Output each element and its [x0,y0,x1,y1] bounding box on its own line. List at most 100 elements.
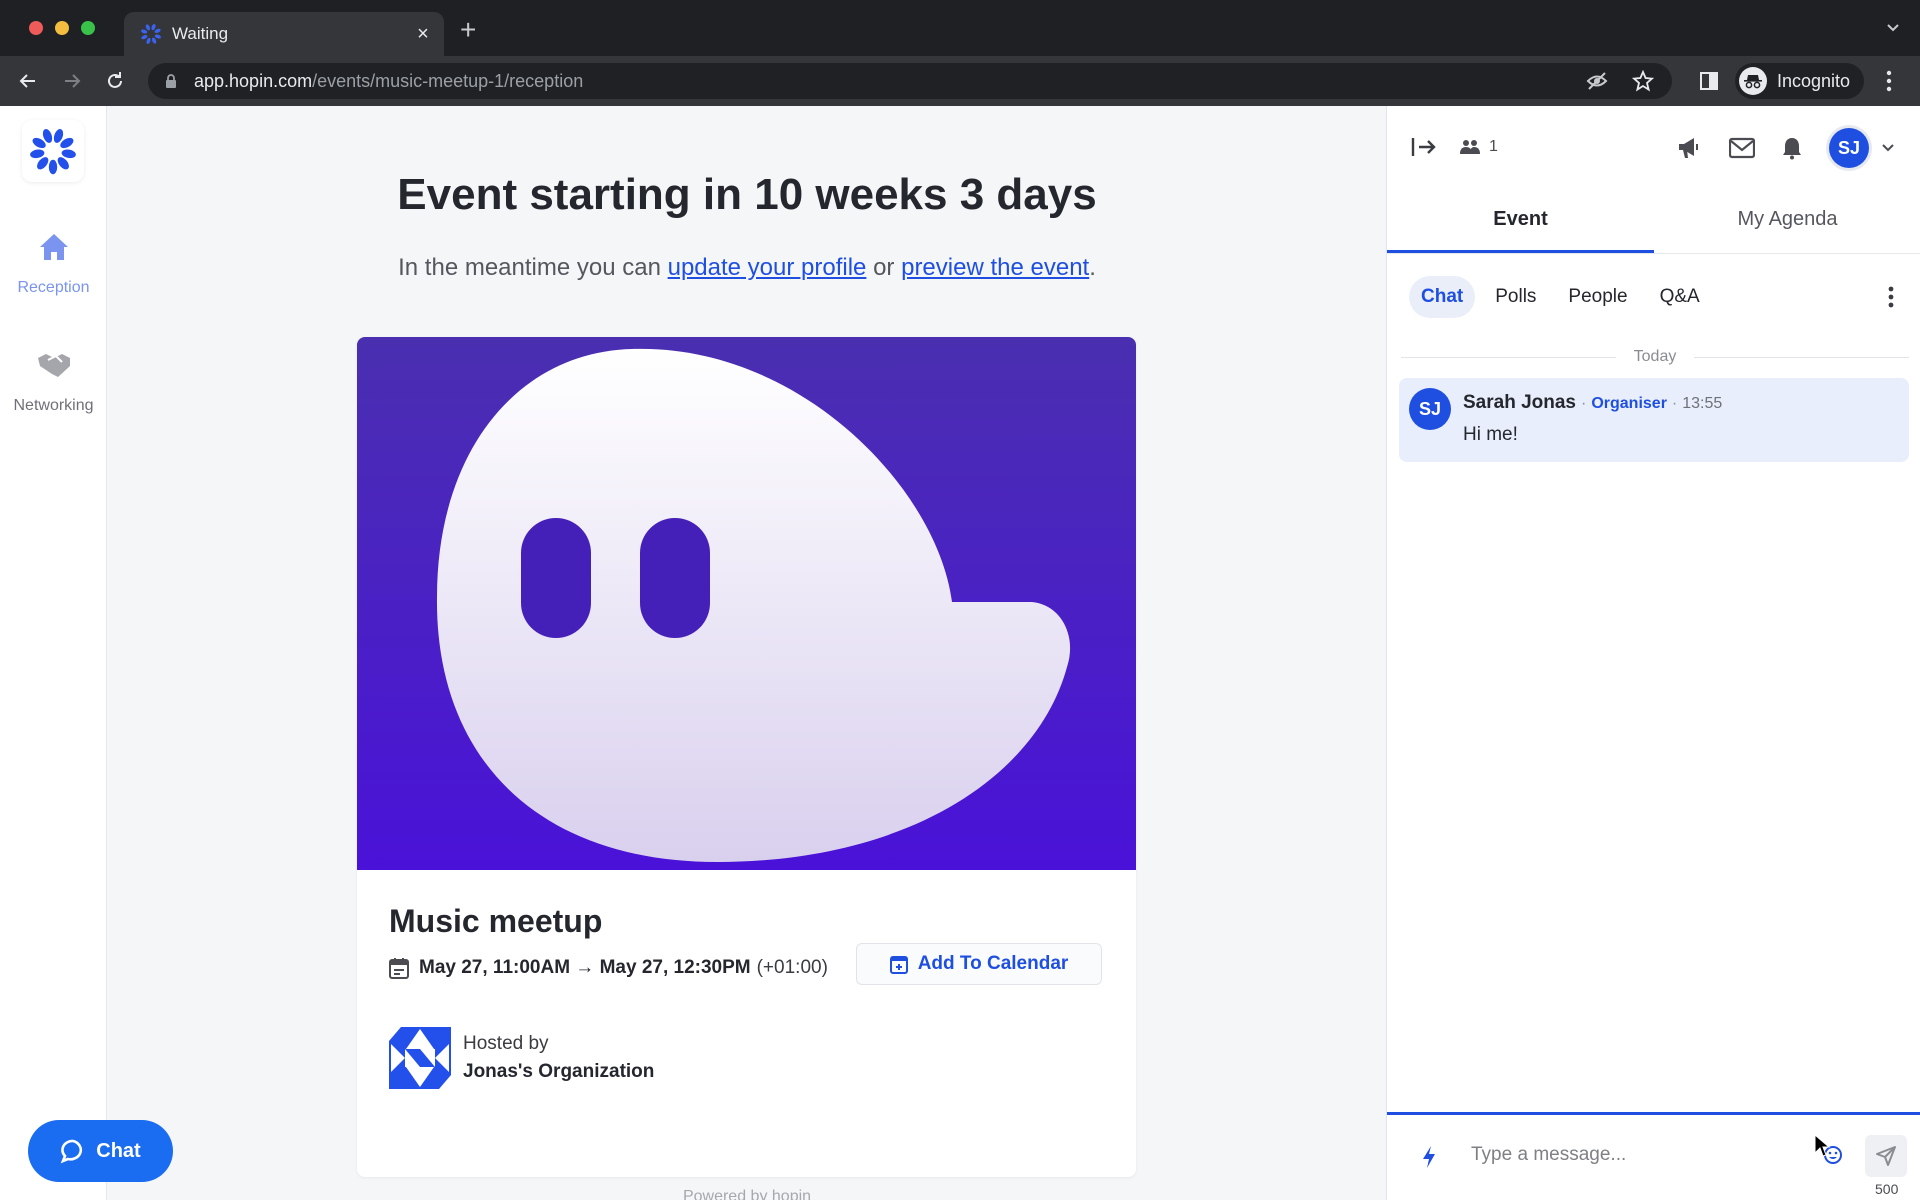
event-timezone: (+01:00) [756,957,828,978]
event-date-range: May 27, 11:00AM → May 27, 12:30PM [419,957,751,978]
mouse-cursor-icon [1814,1134,1830,1157]
event-card: Music meetup May 27, 11:00AM → May 27, 1… [357,337,1136,1177]
window-zoom-button[interactable] [81,21,95,35]
tab-search-chevron-icon[interactable] [1886,20,1900,38]
message-input[interactable] [1471,1137,1801,1173]
add-to-calendar-label: Add To Calendar [917,953,1069,974]
browser-toolbar: app.hopin.com/events/music-meetup-1/rece… [0,56,1920,106]
chevron-down-icon[interactable] [1881,143,1895,153]
event-cover-image [357,337,1136,870]
tab-title: Waiting [172,24,229,43]
reload-icon [108,72,122,88]
add-to-calendar-button[interactable]: Add To Calendar [856,943,1102,985]
event-host: Hosted by Jonas's Organization [389,1027,654,1089]
notification-bell-icon[interactable] [1781,136,1803,160]
incognito-profile-button[interactable]: Incognito [1735,63,1865,99]
hosted-by-label: Hosted by [463,1033,549,1054]
panel-tabs: Event My Agenda [1387,186,1920,254]
character-limit: 500 [1875,1181,1899,1197]
countdown-headline: Event starting in 10 weeks 3 days [397,170,1097,219]
panel-header: 1 SJ [1387,106,1920,186]
message-avatar[interactable]: SJ [1409,388,1451,430]
nav-item-reception[interactable]: Reception [0,232,107,297]
meantime-or: or [866,254,902,281]
event-subtabs: Chat Polls People Q&A [1409,276,1712,318]
handshake-icon [37,354,70,377]
address-bar[interactable]: app.hopin.com/events/music-meetup-1/rece… [148,63,1672,99]
back-button[interactable] [10,63,46,99]
host-name: Jonas's Organization [463,1061,655,1082]
event-side-panel: 1 SJ Event My Agenda Chat Polls People Q… [1386,106,1920,1200]
tab-event[interactable]: Event [1387,186,1654,253]
collapse-arrow-icon [1411,138,1436,156]
reception-main: Event starting in 10 weeks 3 days In the… [108,106,1386,1200]
lightning-bolt-icon[interactable] [1421,1145,1437,1169]
subtab-chat[interactable]: Chat [1409,276,1476,318]
nav-label: Networking [13,397,94,414]
chat-message: SJ Sarah Jonas · Organiser · 13:55 Hi me… [1399,378,1909,462]
meantime-suffix: . [1089,254,1096,281]
incognito-label: Incognito [1777,70,1851,91]
home-icon [39,234,68,260]
incognito-icon [1739,67,1767,95]
ghost-mascot-illustration [436,348,1071,862]
separator-dot: · [1581,395,1587,412]
browser-tab[interactable]: Waiting × [124,12,444,56]
hopin-app: Reception Networking Chat Event starting… [0,106,1920,1200]
message-text: Hi me! [1463,424,1518,445]
url-path: /events/music-meetup-1/reception [312,70,584,91]
new-tab-button[interactable]: + [460,16,476,44]
hopin-logo[interactable] [22,120,84,182]
separator-dot: · [1671,395,1678,412]
message-role-badge: Organiser [1591,395,1667,412]
more-options-icon[interactable] [1888,286,1894,313]
calendar-icon [389,958,409,979]
user-avatar[interactable]: SJ [1829,128,1869,168]
url-host: app.hopin.com [194,70,313,91]
reload-button[interactable] [97,63,133,99]
update-profile-link[interactable]: update your profile [668,254,867,281]
bookmark-star-icon[interactable] [1632,70,1654,92]
powered-by-footer: Powered by hopin [682,1188,812,1200]
arrow-left-icon [19,74,35,88]
collapse-panel-button[interactable] [1411,136,1437,163]
mail-icon[interactable] [1729,137,1755,159]
event-title: Music meetup [389,903,603,939]
preview-event-link[interactable]: preview the event [901,254,1089,281]
day-divider-label: Today [1633,348,1677,365]
browser-menu-icon[interactable] [1886,70,1892,97]
send-message-button[interactable] [1865,1135,1907,1177]
arrow-right-icon [65,74,81,88]
nav-item-networking[interactable]: Networking [0,350,107,415]
subtab-polls[interactable]: Polls [1483,276,1548,318]
nav-label: Reception [17,279,90,296]
window-close-button[interactable] [29,21,43,35]
attendee-count-value: 1 [1489,138,1498,155]
event-date: May 27, 11:00AM → May 27, 12:30PM (+01:0… [389,957,828,979]
side-panel-icon [1700,72,1718,90]
subtab-people[interactable]: People [1556,276,1639,318]
hopin-favicon-icon [141,24,161,44]
profile-menu[interactable]: SJ [1829,128,1895,168]
chat-bubble-icon [60,1139,83,1164]
people-icon [1460,140,1480,154]
tab-close-icon[interactable]: × [408,23,438,46]
meantime-prefix: In the meantime you can [398,254,668,281]
attendee-count[interactable]: 1 [1459,138,1498,156]
forward-button[interactable] [54,63,90,99]
lock-icon [166,74,176,88]
organization-logo-icon [389,1027,451,1089]
eye-slash-icon[interactable] [1586,71,1608,91]
send-icon [1876,1146,1896,1166]
message-time: 13:55 [1682,395,1723,412]
meantime-text: In the meantime you can update your prof… [108,254,1386,282]
tab-my-agenda[interactable]: My Agenda [1654,186,1920,253]
message-author[interactable]: Sarah Jonas [1463,392,1576,414]
calendar-plus-icon [889,956,908,974]
window-minimize-button[interactable] [55,21,69,35]
side-panel-button[interactable] [1699,71,1719,96]
hopin-logo-icon [30,129,76,175]
announcement-megaphone-icon[interactable] [1677,136,1703,160]
left-navigation: Reception Networking [0,106,107,1200]
subtab-qa[interactable]: Q&A [1648,276,1712,318]
